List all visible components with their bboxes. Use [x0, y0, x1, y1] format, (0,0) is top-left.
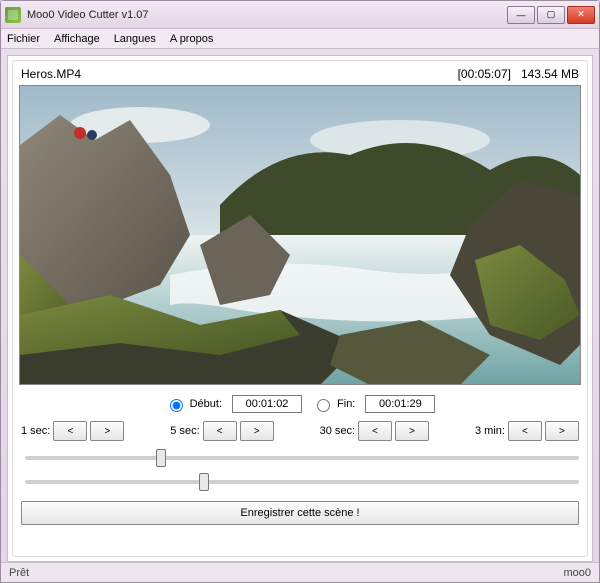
maximize-button[interactable]: ▢ [537, 6, 565, 24]
record-scene-button[interactable]: Enregistrer cette scène ! [21, 501, 579, 525]
start-radio[interactable] [170, 399, 183, 412]
start-slider[interactable] [25, 456, 579, 460]
app-window: Moo0 Video Cutter v1.07 — ▢ ✕ Fichier Af… [0, 0, 600, 583]
end-slider[interactable] [25, 480, 579, 484]
menu-view[interactable]: Affichage [54, 33, 100, 45]
end-time-input[interactable] [365, 395, 435, 413]
menu-about[interactable]: A propos [170, 33, 213, 45]
file-info-row: Heros.MP4 [00:05:07] 143.54 MB [19, 67, 581, 85]
start-label: Début: [190, 398, 222, 410]
jog-5sec-fwd-button[interactable]: > [240, 421, 274, 441]
end-label: Fin: [337, 398, 355, 410]
jog-3min-back-button[interactable]: < [508, 421, 542, 441]
file-size: 143.54 MB [521, 67, 579, 81]
jog-30sec-back-button[interactable]: < [358, 421, 392, 441]
start-time-input[interactable] [232, 395, 302, 413]
window-title: Moo0 Video Cutter v1.07 [27, 9, 507, 21]
jog-1sec-back-button[interactable]: < [53, 421, 87, 441]
jog-30sec-fwd-button[interactable]: > [395, 421, 429, 441]
jog-5sec-back-button[interactable]: < [203, 421, 237, 441]
minimize-button[interactable]: — [507, 6, 535, 24]
status-left: Prêt [9, 567, 29, 579]
end-radio-wrap[interactable]: Fin: [312, 396, 355, 412]
start-radio-wrap[interactable]: Début: [165, 396, 222, 412]
client-area: Heros.MP4 [00:05:07] 143.54 MB [7, 55, 593, 562]
menu-file[interactable]: Fichier [7, 33, 40, 45]
titlebar[interactable]: Moo0 Video Cutter v1.07 — ▢ ✕ [1, 1, 599, 29]
jog-3min-fwd-button[interactable]: > [545, 421, 579, 441]
video-preview[interactable] [19, 85, 581, 385]
jog-3min-label: 3 min: [475, 425, 505, 437]
controls: Début: Fin: 1 sec: < > [19, 385, 581, 527]
jog-1sec-fwd-button[interactable]: > [90, 421, 124, 441]
file-duration: [00:05:07] [458, 67, 511, 81]
jog-30sec-label: 30 sec: [320, 425, 355, 437]
close-button[interactable]: ✕ [567, 6, 595, 24]
menubar: Fichier Affichage Langues A propos [1, 29, 599, 49]
app-icon [5, 7, 21, 23]
file-name: Heros.MP4 [21, 67, 81, 81]
end-radio[interactable] [317, 399, 330, 412]
jog-row: 1 sec: < > 5 sec: < > 30 sec: < > [19, 421, 581, 441]
jog-1sec-label: 1 sec: [21, 425, 50, 437]
status-right: moo0 [563, 567, 591, 579]
time-row: Début: Fin: [19, 395, 581, 413]
inner-panel: Heros.MP4 [00:05:07] 143.54 MB [12, 60, 588, 557]
jog-5sec-label: 5 sec: [170, 425, 199, 437]
window-buttons: — ▢ ✕ [507, 6, 595, 24]
statusbar: Prêt moo0 [1, 562, 599, 582]
menu-languages[interactable]: Langues [114, 33, 156, 45]
